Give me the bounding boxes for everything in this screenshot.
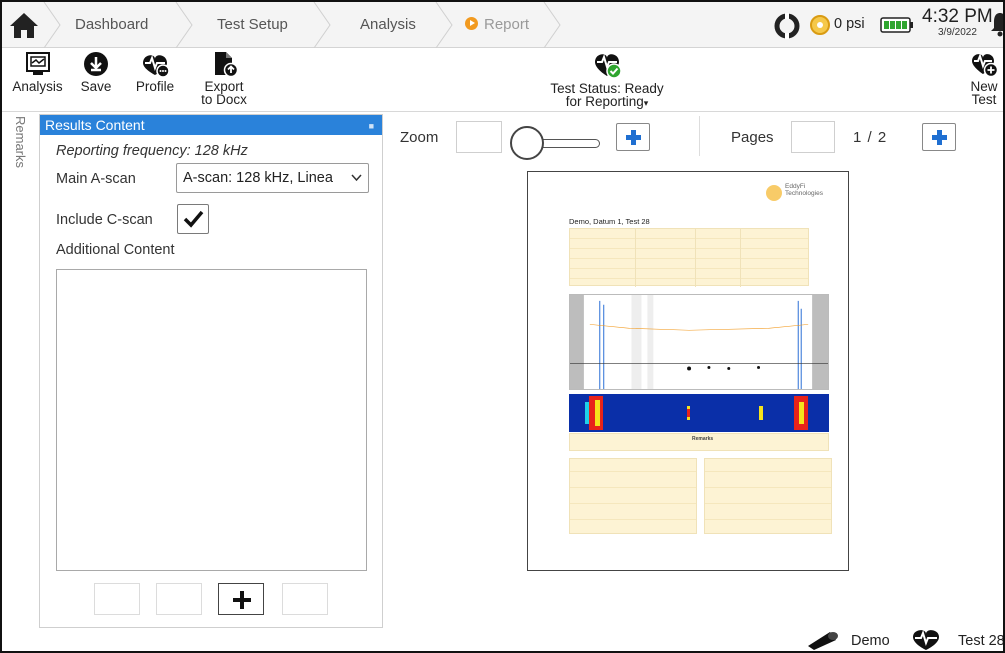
tab-report[interactable]: Report — [465, 4, 529, 46]
top-nav-bar: Dashboard Test Setup Analysis Report 0 p… — [2, 2, 1005, 48]
divider — [699, 116, 700, 156]
preview-ascan-chart — [569, 294, 829, 390]
zoom-in-button[interactable] — [616, 123, 650, 151]
logo-line-2: Technologies — [785, 190, 823, 197]
test-waveform-icon — [913, 629, 939, 650]
export-line-2: to Docx — [201, 92, 247, 107]
zoom-slider-track[interactable] — [542, 139, 600, 148]
panel-button-2[interactable] — [156, 583, 202, 615]
eddyfi-logo-text: EddyFi Technologies — [785, 183, 823, 197]
eddyfi-logo-icon — [766, 185, 782, 201]
logo-line-1: EddyFi — [785, 183, 806, 190]
preview-cscan-chart — [569, 394, 829, 432]
new-test-button[interactable]: New Test — [964, 51, 1003, 107]
sync-ring-icon — [774, 13, 800, 39]
remarks-side-tab[interactable]: Remarks — [8, 114, 32, 184]
page-number-field[interactable] — [791, 121, 835, 153]
tab-report-label: Report — [484, 16, 530, 33]
pages-label: Pages — [731, 129, 774, 146]
panel-button-1[interactable] — [94, 583, 140, 615]
probe-icon — [808, 632, 838, 650]
total-pages: 2 — [877, 129, 888, 146]
test-name: Test 28 — [958, 633, 1005, 649]
results-content-panel: Results Content ■ Reporting frequency: 1… — [39, 114, 383, 628]
battery-icon — [880, 17, 913, 33]
include-cscan-label: Include C-scan — [56, 212, 153, 228]
breadcrumb-separator — [43, 2, 61, 48]
preview-info-table — [569, 228, 809, 287]
reporting-frequency: Reporting frequency: 128 kHz — [56, 143, 248, 159]
checkmark-icon — [183, 210, 204, 228]
profile-button-label: Profile — [135, 79, 175, 94]
breadcrumb-separator — [313, 2, 331, 48]
zoom-value-field[interactable] — [456, 121, 502, 153]
preview-indications-left — [569, 458, 697, 534]
profile-waveform-icon — [143, 54, 170, 77]
save-button[interactable]: Save — [76, 51, 116, 93]
preview-remarks-heading: Remarks — [692, 436, 714, 442]
app-window: Dashboard Test Setup Analysis Report 0 p… — [0, 0, 1005, 653]
clock-time: 4:32 PM — [922, 6, 993, 27]
main-ascan-select[interactable]: A-scan: 128 kHz, Linea — [176, 163, 369, 193]
tab-dashboard[interactable]: Dashboard — [75, 4, 148, 46]
report-page-preview[interactable]: EddyFi Technologies Demo, Datum 1, Test … — [527, 171, 849, 571]
test-status-dropdown[interactable]: Test Status: Ready for Reporting▾ — [532, 51, 682, 110]
save-download-icon — [84, 52, 108, 76]
add-content-button[interactable] — [218, 583, 264, 615]
play-icon — [465, 17, 478, 30]
pin-icon[interactable]: ■ — [369, 116, 374, 136]
additional-content-label: Additional Content — [56, 242, 175, 258]
results-content-title: Results Content — [45, 117, 145, 133]
zoom-slider-handle[interactable] — [510, 126, 544, 160]
analysis-button[interactable]: Analysis — [10, 51, 65, 93]
analysis-button-label: Analysis — [12, 79, 63, 94]
export-document-icon — [215, 52, 238, 77]
panel-button-4[interactable] — [282, 583, 328, 615]
results-content-header: Results Content ■ — [40, 115, 382, 135]
status-area: 0 psi 4:32 PM 3/9/2022 — [772, 2, 1005, 48]
page-separator: / — [867, 129, 873, 146]
breadcrumb-separator — [435, 2, 453, 48]
export-docx-button[interactable]: Export to Docx — [194, 51, 254, 106]
profile-button[interactable]: Profile — [130, 51, 180, 93]
pressure-gauge-icon — [810, 15, 830, 35]
main-ascan-select-value: A-scan: 128 kHz, Linea — [183, 170, 333, 186]
preview-indications-right — [704, 458, 832, 534]
chevron-down-icon — [351, 164, 362, 192]
plus-icon — [233, 591, 251, 609]
home-icon[interactable] — [8, 10, 40, 40]
test-status-line-2: for Reporting — [565, 94, 644, 109]
preview-title: Demo, Datum 1, Test 28 — [569, 217, 650, 226]
new-test-line-2: Test — [971, 92, 997, 107]
toolbar: Analysis Save Profile Export to Docx Tes… — [2, 48, 1003, 112]
page-counter: 1 / 2 — [853, 129, 887, 146]
clock-date: 3/9/2022 — [938, 27, 977, 38]
test-status-check-icon — [595, 53, 622, 79]
current-page: 1 — [853, 129, 863, 146]
new-test-icon — [972, 52, 998, 77]
pressure-readout: 0 psi — [834, 16, 865, 32]
next-page-button[interactable] — [922, 123, 956, 151]
project-name: Demo — [851, 633, 890, 649]
zoom-label: Zoom — [400, 129, 439, 146]
bottom-status-bar: Demo Test 28 — [802, 624, 1005, 651]
tab-test-setup[interactable]: Test Setup — [217, 4, 288, 46]
include-cscan-checkbox[interactable] — [177, 204, 209, 234]
additional-content-list[interactable] — [56, 269, 367, 571]
tab-analysis[interactable]: Analysis — [360, 4, 416, 46]
save-button-label: Save — [80, 79, 112, 94]
breadcrumb-separator — [543, 2, 561, 48]
remarks-tab-label: Remarks — [13, 116, 28, 169]
breadcrumb-separator — [175, 2, 193, 48]
status-caret-icon: ▾ — [643, 98, 649, 108]
monitor-icon — [25, 52, 50, 75]
preview-remarks: Remarks — [569, 433, 829, 451]
notification-bell-icon[interactable] — [991, 11, 1005, 37]
main-ascan-label: Main A-scan — [56, 171, 136, 187]
